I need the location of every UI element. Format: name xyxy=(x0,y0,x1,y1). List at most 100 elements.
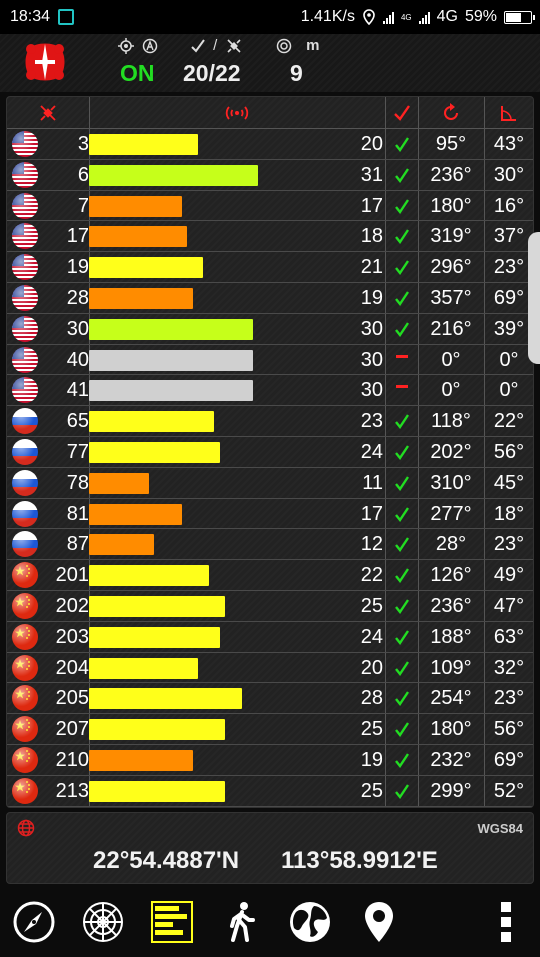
signal-bar xyxy=(89,349,253,371)
satellite-header-icon xyxy=(40,105,56,121)
nav-radar[interactable] xyxy=(79,898,127,946)
satellite-row[interactable]: 87 12 28° 23° xyxy=(7,529,533,561)
signal-strength-header-icon xyxy=(225,106,249,120)
satellite-prn: 213 xyxy=(55,779,89,802)
satellite-elevation: 43° xyxy=(493,133,525,155)
satellite-row[interactable]: 204 20 109° 32° xyxy=(7,653,533,684)
satellite-azimuth: 319° xyxy=(430,225,472,248)
used-check-icon xyxy=(387,191,417,221)
header-used[interactable] xyxy=(387,97,417,129)
satellite-prn: 78 xyxy=(66,471,89,494)
satellite-row[interactable]: 201 22 126° 49° xyxy=(7,560,533,591)
satellite-prn: 17 xyxy=(66,225,89,248)
satellite-elevation: 32° xyxy=(493,656,525,679)
satellite-row[interactable]: 203 24 188° 63° xyxy=(7,622,533,653)
nav-signal-bars[interactable] xyxy=(148,898,196,946)
satellite-prn: 87 xyxy=(66,533,89,556)
satellite-row[interactable]: 28 19 357° 69° xyxy=(7,283,533,314)
satellite-elevation: 23° xyxy=(493,533,525,556)
satellite-row[interactable]: 78 11 310° 45° xyxy=(7,468,533,499)
satellite-row[interactable]: 3 20 95° 43° xyxy=(7,129,533,160)
signal-bar xyxy=(89,534,155,556)
satellite-row[interactable]: 41 30 0° 0° xyxy=(7,375,533,407)
satellite-row[interactable]: 202 25 236° 47° xyxy=(7,591,533,622)
flag-china-icon xyxy=(12,685,38,712)
header-prn[interactable] xyxy=(7,97,89,129)
header-azimuth[interactable] xyxy=(419,97,483,129)
nav-compass[interactable] xyxy=(10,898,58,946)
satellite-elevation: 22° xyxy=(493,410,525,433)
satellite-azimuth: 180° xyxy=(430,718,472,741)
satellite-row[interactable]: 77 24 202° 56° xyxy=(7,437,533,468)
screenshot-notification-icon xyxy=(58,9,75,25)
nav-globe[interactable] xyxy=(286,898,334,946)
used-check-icon xyxy=(387,499,417,529)
header-snr[interactable] xyxy=(89,97,385,129)
satellite-snr: 11 xyxy=(362,471,383,494)
signal-bar xyxy=(89,318,253,340)
side-drawer-handle[interactable] xyxy=(528,232,540,364)
globe-icon xyxy=(290,902,330,942)
satellite-prn: 207 xyxy=(55,718,89,741)
satellite-row[interactable]: 65 23 118° 22° xyxy=(7,406,533,437)
app-logo-icon[interactable] xyxy=(22,40,68,84)
satellite-snr: 28 xyxy=(360,687,383,710)
satellite-azimuth: 126° xyxy=(430,564,472,587)
satellite-azimuth: 236° xyxy=(430,163,472,186)
satellite-row[interactable]: 17 18 319° 37° xyxy=(7,221,533,253)
signal-sim2-icon xyxy=(418,11,430,24)
satellite-azimuth: 118° xyxy=(431,410,471,433)
nav-location[interactable] xyxy=(355,898,403,946)
satellite-row[interactable]: 207 25 180° 56° xyxy=(7,714,533,745)
satellite-prn: 210 xyxy=(55,749,89,771)
app-header: ON / 20/22 m 9 xyxy=(0,34,540,92)
satellite-prn: 65 xyxy=(66,410,89,433)
satellite-azimuth: 109° xyxy=(430,656,472,679)
flag-china-icon xyxy=(12,623,38,650)
used-check-icon xyxy=(387,252,417,282)
satellite-prn: 28 xyxy=(66,287,89,309)
satellite-row[interactable]: 7 17 180° 16° xyxy=(7,191,533,222)
satellite-elevation: 30° xyxy=(493,163,525,186)
satellite-snr: 17 xyxy=(360,502,383,525)
bottom-navigation xyxy=(0,888,540,957)
satellite-snr: 30 xyxy=(360,348,383,371)
used-check-icon xyxy=(387,160,417,190)
satellite-row[interactable]: 210 19 232° 69° xyxy=(7,745,533,776)
satellite-prn: 201 xyxy=(55,564,89,587)
net-badge-small: 4G xyxy=(400,12,412,22)
satellite-azimuth: 0° xyxy=(441,379,461,402)
used-check-icon xyxy=(387,745,417,775)
status-time: 18:34 xyxy=(10,8,51,25)
satellite-row[interactable]: 81 17 277° 18° xyxy=(7,499,533,530)
satellite-row[interactable]: 6 31 236° 30° xyxy=(7,160,533,191)
flag-china-icon xyxy=(12,716,38,743)
compass-icon xyxy=(13,901,55,943)
signal-bar xyxy=(89,164,258,186)
satellite-elevation: 45° xyxy=(493,471,525,494)
accuracy-target-icon xyxy=(276,38,292,54)
flag-usa-icon xyxy=(12,254,38,281)
header-elevation[interactable] xyxy=(485,97,533,129)
satellite-row[interactable]: 213 25 299° 52° xyxy=(7,776,533,807)
satellite-snr: 20 xyxy=(360,656,383,679)
satellite-elevation: 18° xyxy=(493,502,525,525)
satellite-row[interactable]: 19 21 296° 23° xyxy=(7,252,533,283)
nav-walker[interactable] xyxy=(217,898,265,946)
signal-bar xyxy=(89,134,198,155)
satellite-row[interactable]: 205 28 254° 23° xyxy=(7,683,533,715)
flag-usa-icon xyxy=(12,315,38,342)
check-header-icon xyxy=(394,105,410,121)
signal-bar xyxy=(89,565,209,587)
used-check-icon xyxy=(387,560,417,590)
flag-china-icon xyxy=(12,747,38,773)
signal-sim1-icon xyxy=(382,11,394,24)
signal-bar xyxy=(89,257,204,279)
network-type: 4G xyxy=(436,8,458,25)
satellite-elevation: 49° xyxy=(493,564,525,587)
nav-more[interactable] xyxy=(482,898,530,946)
satellite-row[interactable]: 40 30 0° 0° xyxy=(7,345,533,376)
satellite-snr: 25 xyxy=(360,595,383,617)
satellite-row[interactable]: 30 30 216° 39° xyxy=(7,314,533,345)
walker-icon xyxy=(230,902,255,942)
